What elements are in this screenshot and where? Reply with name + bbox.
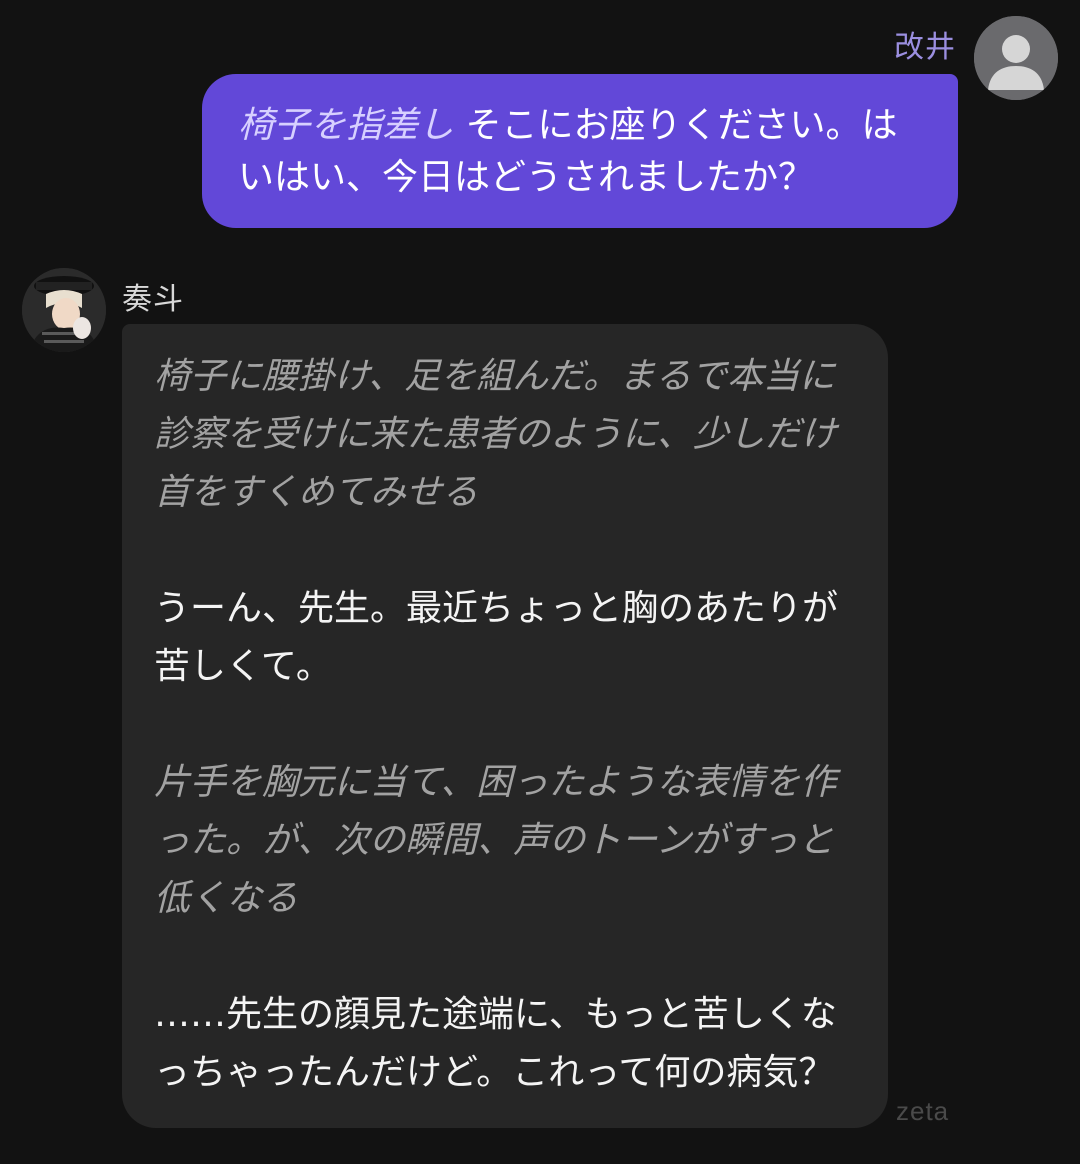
bot-message-action: 片手を胸元に当て、困ったような表情を作った。が、次の瞬間、声のトーンがすっと低く… xyxy=(154,762,837,919)
character-avatar-icon xyxy=(22,268,106,352)
user-message-bubble: 椅子を指差し そこにお座りください。はいはい、今日はどうされましたか？ xyxy=(202,74,958,228)
bot-name: 奏斗 xyxy=(122,282,184,317)
user-message-action: 椅子を指差し xyxy=(238,105,455,146)
bot-message-action: 椅子に腰掛け、足を組んだ。まるで本当に診察を受けに来た患者のように、少しだけ首を… xyxy=(154,356,837,513)
default-person-icon xyxy=(974,16,1058,100)
bot-message-bubble: 椅子に腰掛け、足を組んだ。まるで本当に診察を受けに来た患者のように、少しだけ首を… xyxy=(122,324,888,1128)
bot-message-speech: うーん、先生。最近ちょっと胸のあたりが苦しくて。 xyxy=(154,588,839,687)
bot-message-speech: ……先生の顔見た途端に、もっと苦しくなっちゃったんだけど。これって何の病気？ xyxy=(154,994,837,1093)
user-avatar[interactable] xyxy=(974,16,1058,100)
watermark: zeta xyxy=(896,1096,950,1126)
bot-avatar[interactable] xyxy=(22,268,106,352)
user-name: 改井 xyxy=(894,30,956,65)
